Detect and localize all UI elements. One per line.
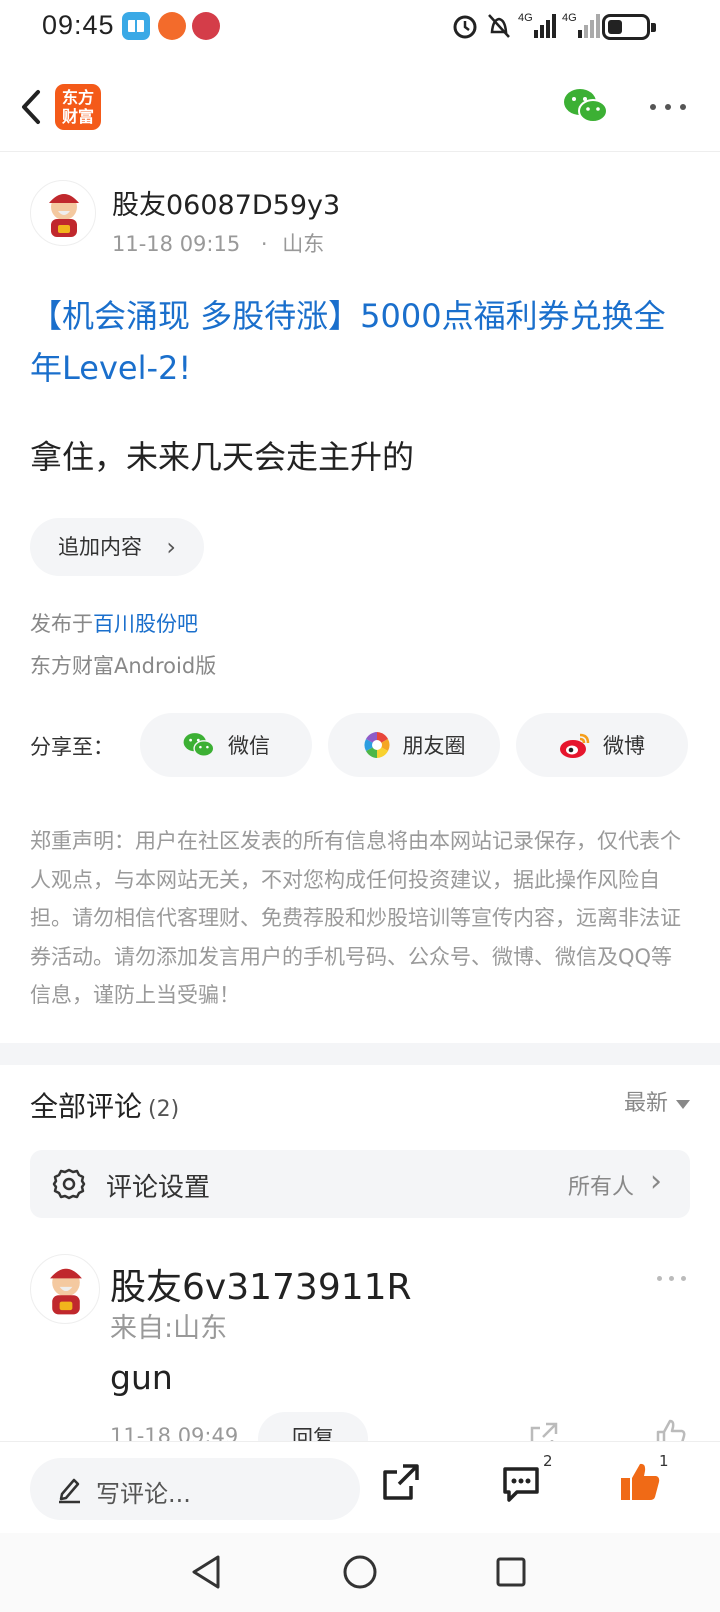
system-nav-bar: [0, 1533, 720, 1612]
published-in: 发布于百川股份吧: [30, 608, 198, 638]
comment-text: gun: [110, 1358, 173, 1397]
comments-count-badge: 2: [543, 1452, 553, 1470]
like-count-badge: 1: [659, 1452, 669, 1470]
post-meta: 11-18 09:15 · 山东: [112, 228, 324, 258]
weibo-icon: [560, 733, 590, 758]
post-platform: 东方财富Android版: [30, 654, 217, 678]
more-options-icon[interactable]: [650, 104, 686, 110]
share-icon[interactable]: [381, 1462, 421, 1504]
like-icon[interactable]: [618, 1460, 662, 1504]
comments-title: 全部评论: [30, 1090, 143, 1123]
battery-icon: [602, 14, 656, 40]
comment-more-icon[interactable]: [657, 1276, 686, 1281]
mute-icon: [488, 14, 510, 38]
share-label: 分享至：: [30, 735, 114, 759]
nav-home-icon[interactable]: [341, 1553, 379, 1591]
status-bar: 09:45 4G 4G: [0, 0, 720, 54]
pencil-icon: [59, 1478, 80, 1504]
meta-separator: ·: [260, 232, 268, 256]
section-divider: [0, 1043, 720, 1065]
write-comment-placeholder: 写评论...: [96, 1480, 191, 1508]
published-prefix: 发布于: [30, 612, 93, 636]
svg-text:4G: 4G: [562, 12, 577, 24]
commenter-avatar[interactable]: [30, 1254, 100, 1324]
disclaimer: 郑重声明：用户在社区发表的所有信息将由本网站记录保存，仅代表个人观点，与本网站无…: [30, 829, 681, 1007]
status-time: 09:45: [42, 10, 115, 40]
moments-icon: [364, 732, 389, 758]
top-nav: 东方财富: [0, 62, 720, 152]
chevron-right-icon: ›: [650, 1164, 662, 1199]
share-wechat-button[interactable]: 微信: [140, 713, 312, 777]
nav-recents-icon[interactable]: [494, 1555, 528, 1589]
share-weibo-button[interactable]: 微博: [516, 713, 688, 777]
share-moments-button[interactable]: 朋友圈: [328, 713, 500, 777]
post-datetime: 11-18 09:15: [112, 232, 241, 256]
post-location: 山东: [282, 232, 325, 256]
share-moments-label: 朋友圈: [402, 734, 466, 758]
comment-settings-label: 评论设置: [106, 1173, 211, 1203]
signal-4g-icon: 4G: [518, 12, 556, 38]
bottom-action-bar: 写评论... 2 1: [0, 1441, 720, 1533]
comment-settings-value: 所有人: [567, 1175, 634, 1200]
wechat-icon: [183, 733, 215, 757]
comments-icon[interactable]: [501, 1464, 541, 1504]
author-avatar[interactable]: [30, 180, 96, 246]
add-content-label: 追加内容: [58, 535, 142, 559]
post-content: 拿住，未来几天会走主升的: [30, 438, 415, 476]
gear-icon: [52, 1168, 86, 1200]
caret-down-icon: [676, 1099, 690, 1109]
svg-text:4G: 4G: [518, 12, 533, 24]
notification-app-icon-2: [192, 12, 220, 40]
write-comment-input[interactable]: 写评论...: [30, 1458, 360, 1520]
comment-settings-row[interactable]: 评论设置 所有人 ›: [30, 1150, 690, 1218]
share-wechat-label: 微信: [228, 734, 270, 758]
forum-link[interactable]: 百川股份吧: [93, 612, 198, 636]
post-title-link[interactable]: 【机会涌现 多股待涨】5000点福利券兑换全年Level-2!: [30, 290, 690, 394]
add-content-button[interactable]: 追加内容 ›: [30, 518, 204, 576]
sort-label: 最新: [623, 1091, 668, 1116]
sort-dropdown[interactable]: 最新: [624, 1085, 690, 1117]
comments-header: 全部评论 (2): [30, 1085, 179, 1125]
eastmoney-logo[interactable]: 东方财富: [55, 84, 101, 130]
alarm-icon: [453, 15, 477, 39]
notification-app-icon: [158, 12, 186, 40]
post-author[interactable]: 股友06087D59y3: [112, 183, 340, 222]
comment-location: 来自:山东: [110, 1313, 228, 1344]
signal-4g-icon-2: 4G: [562, 12, 600, 38]
comment-author[interactable]: 股友6v3173911R: [110, 1258, 412, 1310]
reader-app-icon: [122, 12, 150, 40]
share-weibo-label: 微博: [603, 734, 645, 758]
wechat-share-icon[interactable]: [562, 86, 610, 126]
back-icon[interactable]: [16, 84, 48, 130]
nav-back-icon[interactable]: [189, 1553, 223, 1591]
comments-count: (2): [148, 1097, 180, 1122]
chevron-right-icon: ›: [166, 533, 176, 561]
